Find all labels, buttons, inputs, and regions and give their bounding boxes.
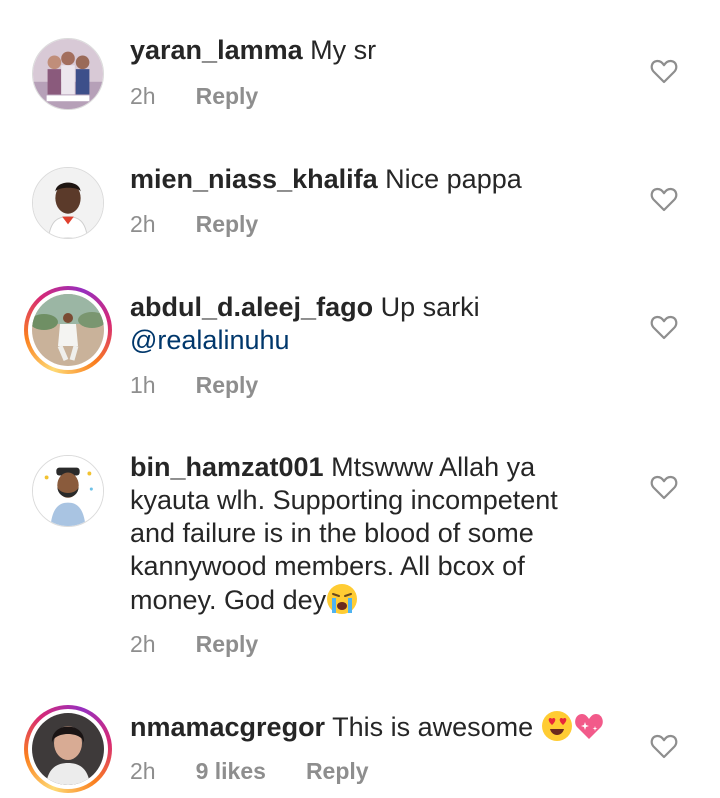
portrait-avatar-icon	[32, 167, 104, 239]
cartoon-avatar-icon	[32, 455, 104, 527]
comment-time: 2h	[130, 211, 156, 237]
like-heart-icon[interactable]	[650, 186, 678, 212]
comment-text: Nice pappa	[385, 164, 522, 194]
like-heart-icon[interactable]	[650, 733, 678, 759]
comment-time: 2h	[130, 83, 156, 109]
avatar[interactable]	[32, 167, 104, 239]
comment-text: My sr	[310, 35, 377, 65]
comment-time: 1h	[130, 372, 156, 398]
story-ring-avatar[interactable]	[24, 705, 112, 793]
comment-username[interactable]: abdul_d.aleej_fago	[130, 292, 373, 322]
comment-username[interactable]: yaran_lamma	[130, 35, 303, 65]
avatar[interactable]	[32, 455, 104, 527]
sparkling-heart-emoji-icon	[573, 710, 605, 742]
comment-time: 2h	[130, 631, 156, 657]
like-heart-icon[interactable]	[650, 58, 678, 84]
outdoor-photo-avatar-icon	[32, 294, 104, 366]
comment-list: yaran_lamma My sr 2h Reply mien_niass_kh…	[0, 0, 720, 798]
comment-text: This is awesome	[332, 712, 534, 742]
likes-count-link[interactable]: 9 likes	[196, 758, 266, 785]
comment-text: Up sarki	[380, 292, 480, 322]
reply-button[interactable]: Reply	[196, 83, 259, 109]
comment-time: 2h	[130, 758, 156, 784]
story-ring-avatar[interactable]	[24, 286, 112, 374]
selfie-avatar-icon	[32, 713, 104, 785]
like-heart-icon[interactable]	[650, 474, 678, 500]
comment-username[interactable]: nmamacgregor	[130, 712, 325, 742]
reply-button[interactable]: Reply	[306, 758, 369, 784]
reply-button[interactable]: Reply	[196, 631, 259, 657]
avatar[interactable]	[32, 38, 104, 110]
heart-eyes-emoji-icon	[541, 710, 573, 742]
loudly-crying-face-emoji-icon	[326, 583, 358, 615]
mention-link[interactable]: @realalinuhu	[130, 325, 290, 355]
reply-button[interactable]: Reply	[196, 372, 259, 398]
like-heart-icon[interactable]	[650, 314, 678, 340]
reply-button[interactable]: Reply	[196, 211, 259, 237]
comment-username[interactable]: bin_hamzat001	[130, 452, 324, 482]
comment-username[interactable]: mien_niass_khalifa	[130, 164, 378, 194]
group-photo-avatar-icon	[32, 38, 104, 110]
